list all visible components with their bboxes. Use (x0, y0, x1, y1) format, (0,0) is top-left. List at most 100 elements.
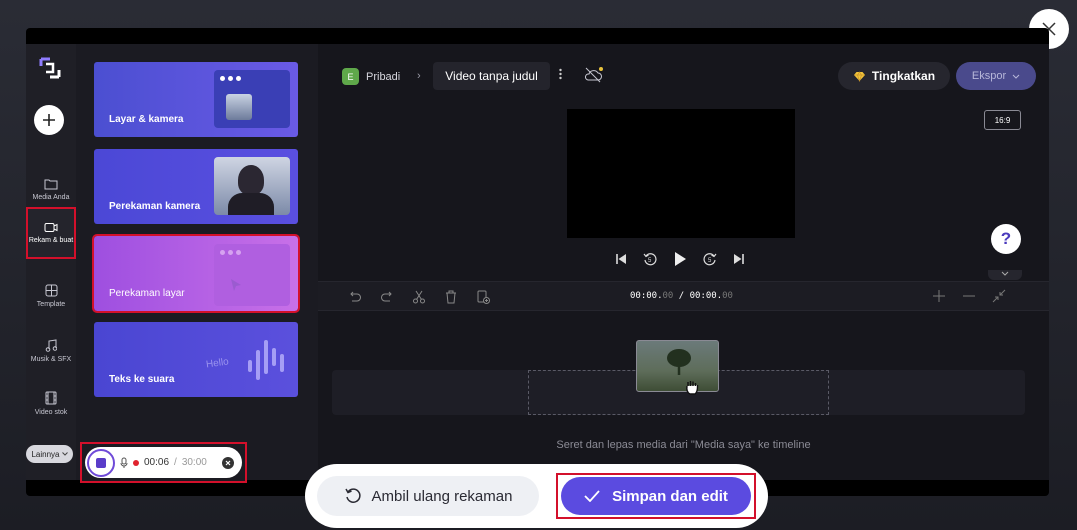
checkmark-icon (584, 490, 600, 502)
music-note-icon (45, 338, 57, 352)
film-icon (45, 391, 57, 405)
person-thumbnail (226, 94, 252, 120)
breadcrumb-separator: › (417, 70, 421, 82)
recording-elapsed-time: 00:06 (144, 457, 170, 468)
window-dots-icon (220, 76, 241, 81)
trash-icon[interactable] (442, 288, 460, 306)
card-label: Layar & kamera (109, 114, 184, 125)
zoom-in-icon[interactable] (930, 287, 948, 305)
rail-item-label: Media Anda (32, 194, 70, 201)
recording-time-separator: / (174, 457, 177, 468)
more-label: Lainnya (31, 449, 60, 459)
rail-item-label: Musik & SFX (30, 355, 72, 363)
recording-control-pill: 00:06 / 30:00 (85, 447, 242, 478)
stop-recording-button[interactable] (87, 448, 115, 477)
rail-item-record[interactable]: Rekam & buat (26, 207, 76, 259)
svg-text:5: 5 (708, 258, 712, 264)
chevron-down-icon (1001, 271, 1009, 276)
cursor-icon (231, 279, 241, 291)
microphone-icon[interactable] (120, 457, 128, 469)
card-text-to-speech[interactable]: Hello Teks ke suara (94, 322, 298, 397)
redo-icon[interactable] (378, 288, 396, 306)
retake-icon (344, 488, 361, 503)
timeline-timecode: 00:00.00 / 00:00.00 (630, 291, 733, 301)
card-screen-recording[interactable]: Perekaman layar (92, 234, 300, 313)
workspace-name[interactable]: Pribadi (366, 71, 400, 83)
workspace-badge[interactable]: E (342, 68, 359, 85)
chevron-down-icon (1012, 74, 1020, 79)
fit-timeline-icon[interactable] (990, 287, 1008, 305)
dragged-media-thumbnail[interactable] (636, 340, 719, 395)
plus-icon (43, 114, 55, 126)
skip-back-icon[interactable] (615, 253, 627, 265)
rail-item-template[interactable]: Template (26, 270, 76, 322)
recording-indicator-icon (133, 459, 139, 466)
left-rail: Media Anda Rekam & buat Template Musik &… (26, 44, 76, 480)
clipchamp-logo-icon (39, 57, 61, 79)
upgrade-button[interactable]: Tingkatkan (838, 62, 950, 90)
save-button-highlight: Simpan dan edit (556, 473, 756, 519)
total-time-frames: 00 (722, 291, 733, 301)
rewind-5s-icon[interactable]: 5 (643, 252, 657, 266)
skip-forward-icon[interactable] (733, 253, 745, 265)
camera-recording-thumbnail (214, 157, 290, 215)
person-body-graphic (228, 193, 274, 215)
add-media-button[interactable] (34, 105, 64, 135)
cancel-recording-button[interactable] (221, 456, 234, 469)
card-label: Teks ke suara (109, 374, 175, 385)
forward-5s-icon[interactable]: 5 (703, 252, 717, 266)
diamond-icon (853, 70, 865, 82)
main-area: E Pribadi › Video tanpa judul Tingkatkan… (318, 44, 1049, 480)
timeline-toolbar: 00:00.00 / 00:00.00 (318, 281, 1049, 311)
play-icon[interactable] (673, 251, 687, 267)
save-label: Simpan dan edit (612, 487, 728, 505)
aspect-ratio-button[interactable]: 16:9 (984, 110, 1021, 130)
rail-item-label: Video stok (34, 409, 68, 416)
retake-label: Ambil ulang rekaman (371, 487, 513, 505)
more-button[interactable]: Lainnya (26, 445, 73, 463)
person-head-graphic (238, 165, 264, 195)
timeline-drop-hint: Seret dan lepas media dari "Media saya" … (556, 439, 811, 451)
current-time-frames: 00 (662, 291, 674, 301)
card-label: Perekaman layar (109, 288, 185, 299)
more-options-icon[interactable] (559, 68, 562, 80)
time-separator: / (673, 291, 690, 301)
rail-item-music[interactable]: Musik & SFX (26, 325, 76, 377)
camera-icon (44, 222, 58, 232)
total-time: 00:00. (689, 291, 723, 301)
record-panel: Layar & kamera Perekaman kamera Perekama… (76, 44, 318, 480)
soundwave-icon (248, 340, 284, 380)
undo-icon[interactable] (346, 288, 364, 306)
export-button[interactable]: Ekspor (956, 62, 1036, 90)
card-screen-camera[interactable]: Layar & kamera (94, 62, 298, 137)
stop-icon (96, 457, 106, 468)
recording-time-limit: 30:00 (181, 457, 207, 468)
svg-text:5: 5 (648, 258, 652, 264)
duplicate-icon[interactable] (474, 288, 492, 306)
zoom-out-icon[interactable] (960, 287, 978, 305)
window-dots-icon (220, 250, 241, 255)
card-camera-recording[interactable]: Perekaman kamera (94, 149, 298, 224)
grab-hand-cursor-icon (686, 381, 699, 395)
project-title-input[interactable]: Video tanpa judul (433, 62, 550, 90)
editor-app: Media Anda Rekam & buat Template Musik &… (26, 44, 1049, 483)
editor-modal: Media Anda Rekam & buat Template Musik &… (26, 28, 1049, 496)
upgrade-label: Tingkatkan (871, 69, 936, 83)
rail-item-stock-video[interactable]: Video stok (26, 378, 76, 430)
collapse-preview-button[interactable] (988, 270, 1022, 280)
video-preview (567, 109, 795, 238)
timeline-edit-tools (346, 288, 492, 306)
card-label: Perekaman kamera (109, 201, 201, 212)
hello-graphic-text: Hello (205, 356, 230, 371)
scissors-icon[interactable] (410, 288, 428, 306)
recording-control-highlight: 00:06 / 30:00 (80, 442, 247, 483)
save-and-edit-button[interactable]: Simpan dan edit (561, 477, 751, 515)
export-label: Ekspor (971, 70, 1007, 82)
rail-item-label: Template (36, 300, 66, 308)
close-icon (225, 460, 231, 465)
cloud-off-icon[interactable] (584, 66, 604, 84)
help-button[interactable]: ? (991, 224, 1021, 254)
timeline-area: Seret dan lepas media dari "Media saya" … (318, 311, 1049, 480)
recording-action-bar: Ambil ulang rekaman Simpan dan edit (305, 464, 768, 528)
retake-recording-button[interactable]: Ambil ulang rekaman (317, 476, 539, 516)
